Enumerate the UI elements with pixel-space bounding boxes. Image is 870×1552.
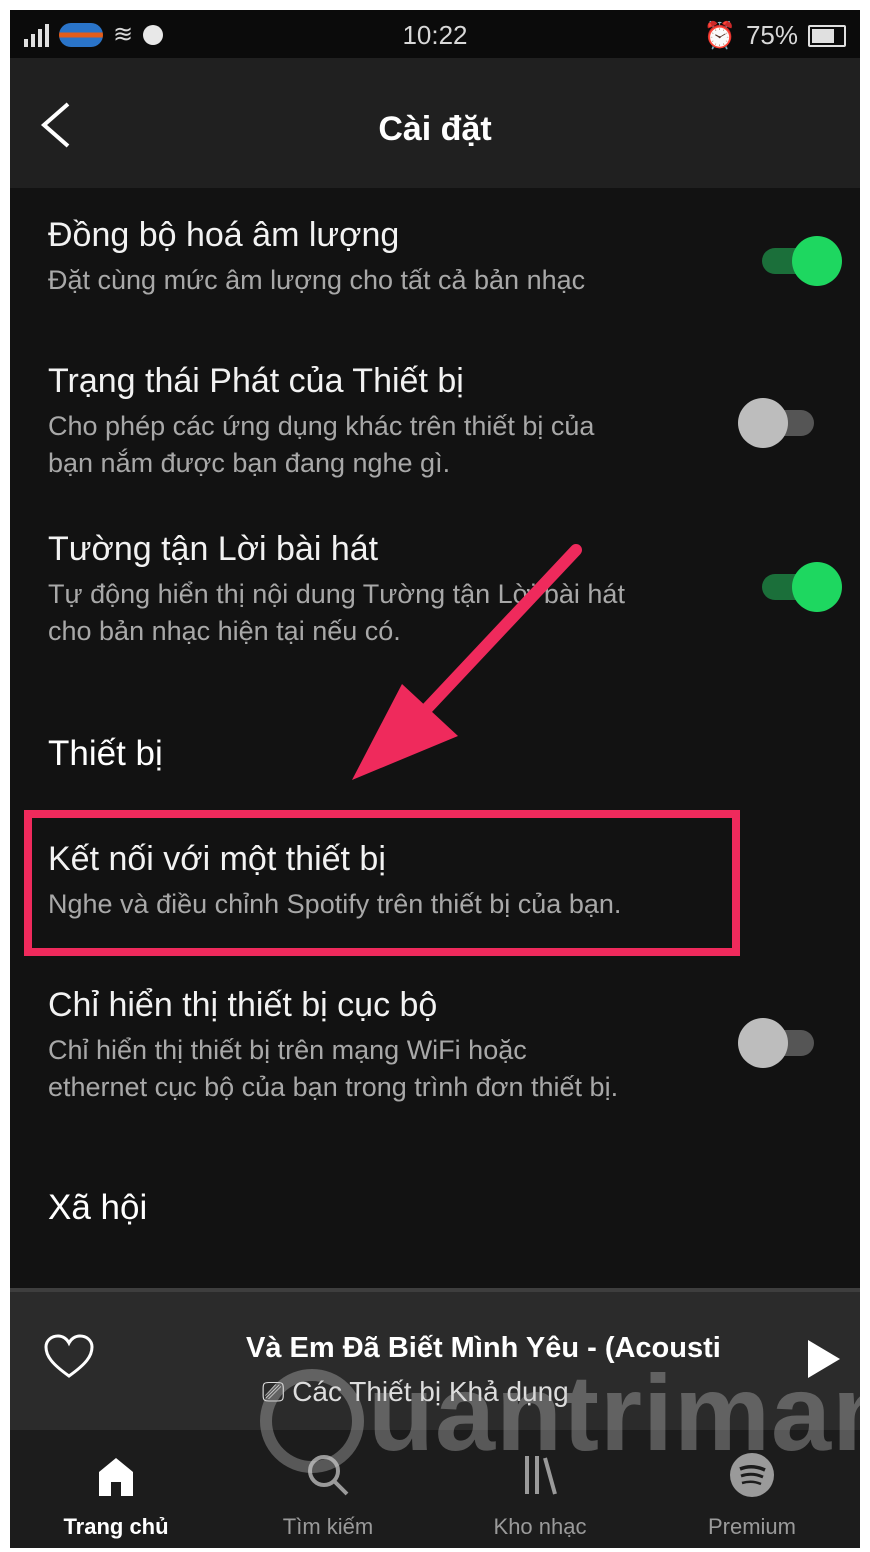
settings-list[interactable]: Đồng bộ hoá âm lượng Đặt cùng mức âm lượ… — [10, 188, 860, 1288]
nav-item-home[interactable]: Trang chủ — [10, 1430, 222, 1548]
nav-label: Trang chủ — [63, 1514, 169, 1539]
library-icon — [434, 1450, 646, 1500]
annotation-arrow-icon — [352, 544, 582, 780]
nav-item-search[interactable]: Tìm kiếm — [222, 1430, 434, 1548]
bottom-navigation: Trang chủ Tìm kiếm Kho nhạc Premium — [10, 1430, 860, 1548]
app-bar: Cài đặt — [10, 58, 860, 188]
page-title: Cài đặt — [378, 110, 492, 148]
nav-label: Premium — [707, 1514, 796, 1539]
battery-percent: 75% — [745, 20, 798, 50]
nav-label: Kho nhạc — [493, 1514, 587, 1539]
alarm-icon: ⏰ — [703, 20, 736, 50]
heart-icon[interactable] — [44, 1334, 94, 1380]
search-icon — [222, 1450, 434, 1500]
battery-icon — [808, 24, 846, 47]
home-icon — [10, 1450, 222, 1500]
now-playing-device: ⎚ Các Thiết bị Khả dụng — [262, 1376, 569, 1409]
now-playing-title: Và Em Đã Biết Mình Yêu - (Acousti — [246, 1332, 721, 1364]
spotify-icon — [646, 1450, 858, 1500]
connect-device-icon: ⎚ — [262, 1376, 293, 1407]
status-bar: ≋ 10:22 ⏰ 75% — [10, 10, 860, 58]
play-icon[interactable] — [806, 1338, 842, 1380]
nav-item-library[interactable]: Kho nhạc — [434, 1430, 646, 1548]
nav-label: Tìm kiếm — [282, 1514, 374, 1539]
device-status: Các Thiết bị Khả dụng — [292, 1376, 569, 1407]
now-playing-bar[interactable]: Và Em Đã Biết Mình Yêu - (Acousti ⎚ Các … — [10, 1288, 860, 1430]
progress-track — [10, 1288, 860, 1292]
status-right: ⏰ 75% — [704, 20, 846, 51]
phone-screen: ≋ 10:22 ⏰ 75% Cài đặt Đồng bộ hoá âm lượ… — [10, 10, 860, 1548]
nav-item-premium[interactable]: Premium — [646, 1430, 858, 1548]
